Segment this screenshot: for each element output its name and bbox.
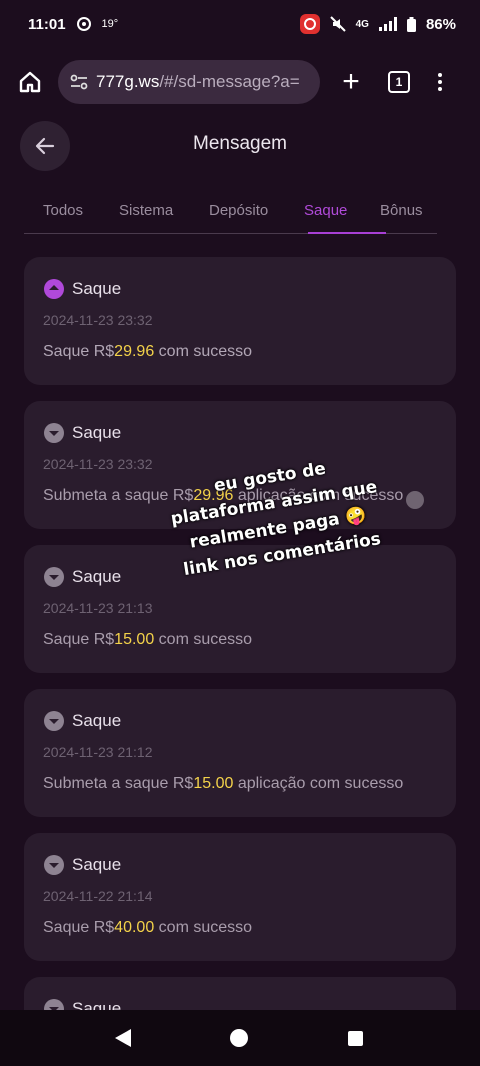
active-tab-indicator <box>308 232 386 234</box>
address-bar[interactable]: 777g.ws/#/sd-message?a= <box>58 60 320 104</box>
nav-home-icon[interactable] <box>230 1029 248 1047</box>
message-text: Saque R$29.96 com sucesso <box>43 343 253 360</box>
amount: 15.00 <box>193 775 234 792</box>
message-title: Saque <box>72 279 122 298</box>
url-path: /#/sd-message?a= <box>159 72 300 91</box>
browser-menu-button[interactable] <box>438 73 442 91</box>
new-tab-button[interactable]: + <box>336 67 366 97</box>
battery-icon <box>406 16 416 32</box>
chevron-up-icon[interactable] <box>44 279 64 299</box>
chevron-down-icon[interactable] <box>44 423 64 443</box>
message-title: Saque <box>72 423 122 442</box>
tab-bonus[interactable]: Bônus <box>380 202 423 219</box>
page-title: Mensagem <box>193 133 287 154</box>
hotspot-icon <box>76 17 91 31</box>
network-type: 4G <box>355 18 369 30</box>
site-settings-icon[interactable] <box>70 74 88 90</box>
status-bar: 11:01 19° 4G 86% <box>0 0 480 48</box>
system-navigation-bar <box>0 1010 480 1066</box>
signal-icon <box>378 17 397 31</box>
home-icon <box>19 71 41 93</box>
message-title: Saque <box>72 567 122 586</box>
chevron-down-icon[interactable] <box>44 855 64 875</box>
nav-back-icon[interactable] <box>115 1029 131 1047</box>
floating-scroll-handle[interactable] <box>406 491 424 509</box>
screen-record-icon <box>299 14 320 34</box>
url-host: 777g.ws <box>96 72 160 91</box>
temperature: 19° <box>101 18 119 30</box>
message-text: Saque R$40.00 com sucesso <box>43 919 253 936</box>
message-text: Saque R$15.00 com sucesso <box>43 631 253 648</box>
browser-toolbar: 777g.ws/#/sd-message?a= + 1 <box>0 48 480 116</box>
category-tabs: Todos Sistema Depósito Saque Bônus <box>24 186 437 234</box>
app-header: Mensagem <box>0 120 480 172</box>
mute-vibrate-icon <box>329 16 346 32</box>
clock: 11:01 <box>28 15 66 33</box>
message-date: 2024-11-22 21:14 <box>43 888 153 904</box>
home-button[interactable] <box>16 68 44 96</box>
message-card[interactable]: Saque 2024-11-23 21:12 Submeta a saque R… <box>24 689 456 817</box>
tab-sistema[interactable]: Sistema <box>119 202 173 219</box>
amount: 29.96 <box>114 343 155 360</box>
nav-recents-icon[interactable] <box>348 1031 363 1046</box>
tab-saque[interactable]: Saque <box>304 202 347 219</box>
message-date: 2024-11-23 23:32 <box>43 456 153 472</box>
message-text: Submeta a saque R$15.00 aplicação com su… <box>43 775 404 792</box>
message-title: Saque <box>72 711 122 730</box>
chevron-down-icon[interactable] <box>44 711 64 731</box>
tab-switcher-button[interactable]: 1 <box>388 71 410 93</box>
battery-level: 86% <box>425 15 456 33</box>
amount: 40.00 <box>114 919 155 936</box>
message-date: 2024-11-23 21:13 <box>43 600 153 616</box>
chevron-down-icon[interactable] <box>44 567 64 587</box>
message-date: 2024-11-23 23:32 <box>43 312 153 328</box>
message-card[interactable]: Saque 2024-11-23 23:32 Saque R$29.96 com… <box>24 257 456 385</box>
message-date: 2024-11-23 21:12 <box>43 744 153 760</box>
message-card[interactable]: Saque 2024-11-22 21:14 Saque R$40.00 com… <box>24 833 456 961</box>
message-title: Saque <box>72 855 122 874</box>
tab-deposito[interactable]: Depósito <box>209 202 268 219</box>
amount: 15.00 <box>114 631 155 648</box>
plus-icon: + <box>342 65 360 98</box>
tab-todos[interactable]: Todos <box>43 202 83 219</box>
